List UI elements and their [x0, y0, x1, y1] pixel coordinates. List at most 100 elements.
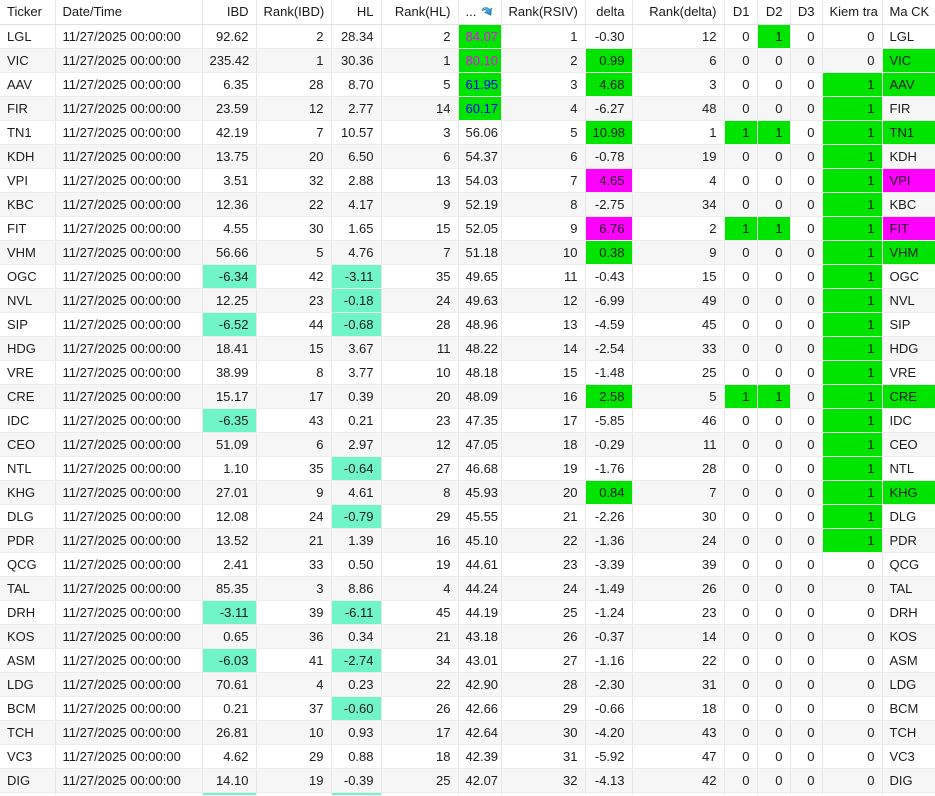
cell-kiemtra[interactable]: 0 — [822, 552, 883, 577]
cell-datetime[interactable]: 11/27/2025 00:00:00 — [55, 168, 203, 193]
cell-delta[interactable]: -1.36 — [585, 528, 633, 553]
cell-d3[interactable]: 0 — [790, 216, 823, 241]
cell-rdelta[interactable]: 24 — [632, 528, 725, 553]
cell-kiemtra[interactable]: 0 — [822, 696, 883, 721]
cell-ibd[interactable]: 26.81 — [202, 720, 257, 745]
cell-ibd[interactable]: 13.52 — [202, 528, 257, 553]
cell-datetime[interactable]: 11/27/2025 00:00:00 — [55, 24, 203, 49]
cell-rsiv[interactable]: 52.05 — [458, 216, 502, 241]
cell-d3[interactable]: 0 — [790, 264, 823, 289]
cell-datetime[interactable]: 11/27/2025 00:00:00 — [55, 216, 203, 241]
cell-kiemtra[interactable]: 1 — [822, 336, 883, 361]
cell-ticker[interactable]: TN1 — [0, 120, 56, 145]
cell-d1[interactable]: 0 — [724, 168, 758, 193]
cell-delta[interactable]: -4.20 — [585, 720, 633, 745]
cell-ticker[interactable]: DRH — [0, 600, 56, 625]
cell-hl[interactable]: 28.34 — [331, 24, 382, 49]
cell-rdelta[interactable]: 48 — [632, 96, 725, 121]
cell-datetime[interactable]: 11/27/2025 00:00:00 — [55, 48, 203, 73]
cell-delta[interactable]: 6.76 — [585, 216, 633, 241]
cell-ticker[interactable]: LDG — [0, 672, 56, 697]
cell-rsiv[interactable]: 49.65 — [458, 264, 502, 289]
cell-rsiv[interactable]: 45.10 — [458, 528, 502, 553]
cell-rsiv[interactable]: 54.37 — [458, 144, 502, 169]
table-row[interactable]: LGL 11/27/2025 00:00:00 92.62 2 28.34 2 84.07 1… — [0, 24, 935, 49]
cell-ticker[interactable]: AAV — [0, 72, 56, 97]
cell-mack[interactable]: BCM — [882, 696, 935, 721]
cell-rhl[interactable]: 11 — [381, 336, 459, 361]
cell-ticker[interactable]: VHM — [0, 240, 56, 265]
cell-rdelta[interactable]: 45 — [632, 312, 725, 337]
cell-ibd[interactable]: -6.35 — [202, 408, 257, 433]
cell-rhl[interactable]: 6 — [381, 144, 459, 169]
table-row[interactable]: FIT 11/27/2025 00:00:00 4.55 30 1.65 15 52.05 9… — [0, 216, 935, 241]
cell-ribd[interactable]: 28 — [256, 72, 332, 97]
cell-ticker[interactable]: SIP — [0, 312, 56, 337]
cell-ibd[interactable]: -6.03 — [202, 648, 257, 673]
cell-datetime[interactable]: 11/27/2025 00:00:00 — [55, 576, 203, 601]
cell-rhl[interactable]: 10 — [381, 360, 459, 385]
cell-hl[interactable]: 8.86 — [331, 576, 382, 601]
cell-d1[interactable]: 0 — [724, 288, 758, 313]
cell-d2[interactable]: 0 — [757, 696, 791, 721]
cell-mack[interactable]: TN1 — [882, 120, 935, 145]
cell-d1[interactable]: 0 — [724, 744, 758, 769]
table-row[interactable]: VRE 11/27/2025 00:00:00 38.99 8 3.77 10 48.18 1… — [0, 360, 935, 385]
cell-rsiv[interactable]: 61.95 — [458, 72, 502, 97]
cell-hl[interactable]: -0.39 — [331, 768, 382, 793]
cell-ibd[interactable]: -3.11 — [202, 600, 257, 625]
cell-rrsiv[interactable]: 8 — [501, 192, 586, 217]
table-row[interactable]: CRE 11/27/2025 00:00:00 15.17 17 0.39 20 48.09… — [0, 384, 935, 409]
cell-rhl[interactable]: 17 — [381, 720, 459, 745]
cell-d2[interactable]: 0 — [757, 624, 791, 649]
cell-rhl[interactable]: 12 — [381, 432, 459, 457]
cell-d3[interactable]: 0 — [790, 600, 823, 625]
cell-ribd[interactable]: 4 — [256, 672, 332, 697]
cell-ibd[interactable]: 13.75 — [202, 144, 257, 169]
cell-ticker[interactable]: CRE — [0, 384, 56, 409]
cell-rdelta[interactable]: 5 — [632, 384, 725, 409]
cell-delta[interactable]: -0.29 — [585, 432, 633, 457]
cell-rdelta[interactable]: 33 — [632, 336, 725, 361]
cell-rsiv[interactable]: 80.10 — [458, 48, 502, 73]
cell-rrsiv[interactable]: 1 — [501, 24, 586, 49]
cell-datetime[interactable]: 11/27/2025 00:00:00 — [55, 744, 203, 769]
cell-ibd[interactable]: 38.99 — [202, 360, 257, 385]
cell-rhl[interactable]: 35 — [381, 264, 459, 289]
table-row[interactable]: VIC 11/27/2025 00:00:00 235.42 1 30.36 1 80.10… — [0, 48, 935, 73]
cell-delta[interactable]: 0.99 — [585, 48, 633, 73]
cell-delta[interactable]: 4.65 — [585, 168, 633, 193]
cell-ticker[interactable]: DIG — [0, 768, 56, 793]
cell-ticker[interactable]: CEO — [0, 432, 56, 457]
table-row[interactable]: NVL 11/27/2025 00:00:00 12.25 23 -0.18 24 49.6… — [0, 288, 935, 313]
cell-d2[interactable]: 0 — [757, 312, 791, 337]
cell-mack[interactable]: DRH — [882, 600, 935, 625]
sort-arrow-icon[interactable] — [480, 5, 494, 19]
cell-kiemtra[interactable]: 0 — [822, 24, 883, 49]
cell-kiemtra[interactable]: 1 — [822, 216, 883, 241]
table-row[interactable]: KOS 11/27/2025 00:00:00 0.65 36 0.34 21 43.18 2… — [0, 624, 935, 649]
cell-d1[interactable]: 0 — [724, 24, 758, 49]
table-row[interactable]: AAV 11/27/2025 00:00:00 6.35 28 8.70 5 61.95 3 4… — [0, 72, 935, 97]
cell-datetime[interactable]: 11/27/2025 00:00:00 — [55, 72, 203, 97]
cell-ibd[interactable]: 0.21 — [202, 696, 257, 721]
cell-ribd[interactable]: 20 — [256, 144, 332, 169]
table-row[interactable]: PDR 11/27/2025 00:00:00 13.52 21 1.39 16 45.10… — [0, 528, 935, 553]
table-row[interactable]: NTL 11/27/2025 00:00:00 1.10 35 -0.64 27 46.68… — [0, 456, 935, 481]
cell-d2[interactable]: 0 — [757, 168, 791, 193]
cell-rdelta[interactable]: 25 — [632, 360, 725, 385]
cell-rdelta[interactable]: 26 — [632, 576, 725, 601]
cell-ribd[interactable]: 36 — [256, 624, 332, 649]
cell-d2[interactable]: 0 — [757, 720, 791, 745]
cell-rsiv[interactable]: 42.64 — [458, 720, 502, 745]
cell-d1[interactable]: 0 — [724, 408, 758, 433]
cell-mack[interactable]: VPI — [882, 168, 935, 193]
cell-rdelta[interactable]: 9 — [632, 240, 725, 265]
cell-rhl[interactable]: 14 — [381, 96, 459, 121]
cell-rrsiv[interactable]: 28 — [501, 672, 586, 697]
cell-rdelta[interactable]: 19 — [632, 144, 725, 169]
cell-mack[interactable]: VIC — [882, 48, 935, 73]
cell-delta[interactable]: -3.39 — [585, 552, 633, 577]
cell-kiemtra[interactable]: 1 — [822, 456, 883, 481]
col-header-d2[interactable]: D2 — [757, 0, 791, 25]
